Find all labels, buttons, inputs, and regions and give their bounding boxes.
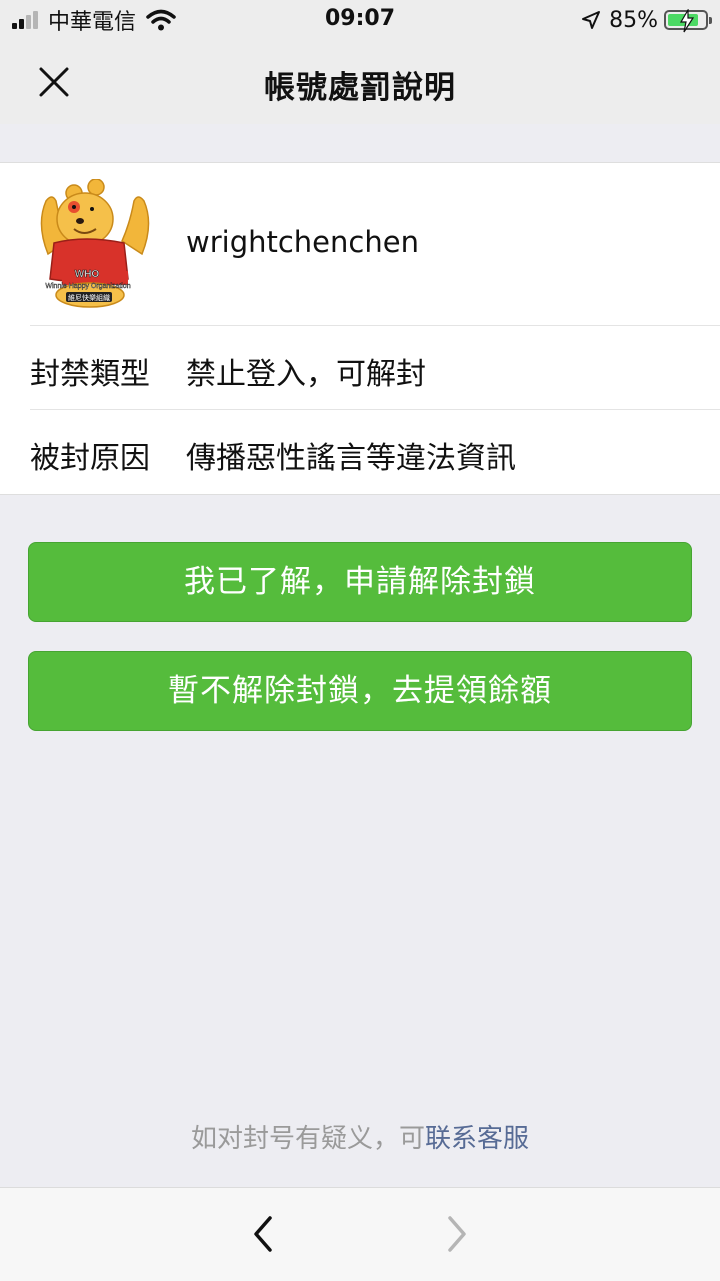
- username: wrightchenchen: [186, 225, 419, 259]
- divider: [30, 325, 720, 326]
- account-info-card: WHO Winnie Happy Organization 維尼快樂組織 wri…: [0, 162, 720, 495]
- status-right: 85%: [581, 6, 712, 34]
- page-title: 帳號處罰說明: [264, 70, 456, 106]
- browser-toolbar: [0, 1187, 720, 1281]
- ban-reason-value: 傳播惡性謠言等違法資訊: [186, 441, 516, 476]
- svg-text:維尼快樂組織: 維尼快樂組織: [68, 293, 110, 302]
- chevron-right-icon[interactable]: [440, 1214, 474, 1254]
- withdraw-balance-button[interactable]: 暫不解除封鎖，去提領餘額: [28, 651, 692, 731]
- ban-reason-label: 被封原因: [30, 441, 150, 476]
- divider: [30, 409, 720, 410]
- location-arrow-icon: [582, 11, 601, 29]
- request-unblock-button[interactable]: 我已了解，申請解除封鎖: [28, 542, 692, 622]
- nav-bar: 帳號處罰說明: [0, 40, 720, 124]
- chevron-left-icon[interactable]: [246, 1214, 280, 1254]
- avatar: WHO Winnie Happy Organization 維尼快樂組織: [40, 179, 150, 308]
- svg-text:Winnie Happy Organization: Winnie Happy Organization: [45, 283, 130, 290]
- svg-text:WHO: WHO: [75, 269, 100, 280]
- battery-icon: [664, 9, 712, 33]
- footer-note: 如对封号有疑义，可联系客服: [0, 1118, 720, 1155]
- ban-type-label: 封禁類型: [30, 357, 150, 392]
- battery-percent: 85%: [609, 7, 658, 33]
- contact-support-link[interactable]: 联系客服: [425, 1124, 529, 1154]
- footer-note-text: 如对封号有疑义，可: [190, 1124, 425, 1154]
- screen: 中華電信 09:07 85% 帳號處罰說明 WHO Winnie Happy O…: [0, 0, 720, 1281]
- status-bar: 中華電信 09:07 85%: [0, 0, 720, 40]
- ban-type-value: 禁止登入，可解封: [186, 357, 426, 392]
